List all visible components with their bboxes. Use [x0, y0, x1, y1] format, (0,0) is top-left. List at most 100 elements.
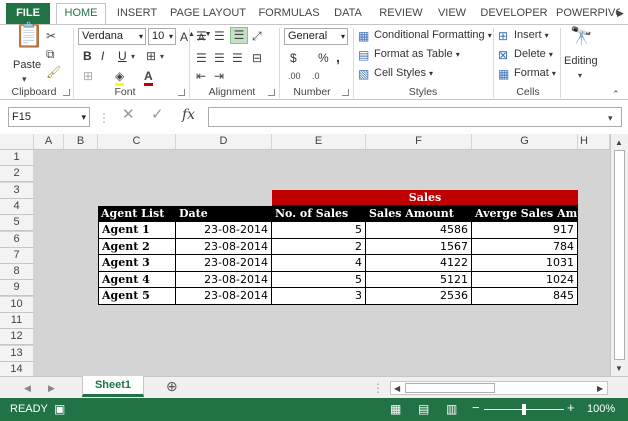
table-cell[interactable]: 5	[272, 272, 366, 288]
decrease-indent-icon[interactable]: ⇤	[196, 69, 206, 83]
delete-button[interactable]: Delete ▾	[514, 48, 553, 60]
tab-data[interactable]: DATA	[328, 4, 368, 24]
percent-button[interactable]: %	[318, 51, 329, 65]
table-cell[interactable]: 2536	[366, 288, 472, 305]
scroll-down-icon[interactable]: ▼	[615, 362, 623, 376]
zoom-out-icon[interactable]: −	[472, 401, 480, 415]
name-box[interactable]: F15 ▾	[8, 107, 90, 127]
conditional-formatting-button[interactable]: Conditional Formatting ▾	[374, 29, 492, 41]
format-painter-icon[interactable]: 🖌	[46, 65, 61, 79]
table-cell[interactable]: Agent 4	[98, 272, 176, 288]
enter-icon[interactable]: ✓	[151, 107, 164, 122]
font-color-icon[interactable]: A	[144, 69, 153, 86]
tab-splitter-icon[interactable]: ⋮	[372, 381, 384, 395]
cell-styles-button[interactable]: Cell Styles ▾	[374, 67, 433, 79]
insert-function-button[interactable]: fx	[182, 108, 195, 122]
table-cell[interactable]: 784	[472, 239, 578, 255]
orientation-icon[interactable]: ⤢	[252, 29, 262, 43]
insert-button[interactable]: Insert ▾	[514, 29, 549, 41]
worksheet-grid[interactable]: A B C D E F G H ▲ ▼ 12345678910111213141…	[0, 134, 628, 376]
scroll-right-icon[interactable]: ▶	[597, 382, 603, 396]
italic-button[interactable]: I	[101, 49, 104, 63]
header-sales-amount[interactable]: Sales Amount	[366, 206, 472, 222]
clipboard-launcher-icon[interactable]	[63, 89, 70, 96]
table-cell[interactable]: 917	[472, 222, 578, 239]
sheet-tab-sheet1[interactable]: Sheet1	[82, 376, 144, 397]
row-header-10[interactable]: 10	[0, 296, 34, 313]
table-cell[interactable]: 23-08-2014	[176, 288, 272, 305]
number-launcher-icon[interactable]	[342, 89, 349, 96]
column-header-d[interactable]: D	[176, 134, 272, 150]
table-cell[interactable]: 4122	[366, 255, 472, 272]
row-header-4[interactable]: 4	[0, 198, 34, 215]
table-cell[interactable]: 4	[272, 255, 366, 272]
row-header-11[interactable]: 11	[0, 313, 34, 329]
table-cell[interactable]: Agent 3	[98, 255, 176, 272]
bold-button[interactable]: B	[83, 49, 92, 63]
table-cell[interactable]: 5121	[366, 272, 472, 288]
table-cell[interactable]: 23-08-2014	[176, 255, 272, 272]
table-cell[interactable]: 845	[472, 288, 578, 305]
column-header-f[interactable]: F	[366, 134, 472, 150]
underline-button[interactable]: U	[118, 49, 127, 63]
vertical-scrollbar[interactable]: ▲ ▼	[610, 134, 628, 376]
tab-file[interactable]: FILE	[6, 3, 50, 24]
alignment-launcher-icon[interactable]	[268, 89, 275, 96]
table-cell[interactable]: Agent 5	[98, 288, 176, 305]
copy-icon[interactable]: ⧉	[46, 47, 55, 61]
tab-home[interactable]: HOME	[56, 3, 106, 24]
row-header-8[interactable]: 8	[0, 264, 34, 281]
collapse-ribbon-icon[interactable]: ⌃	[612, 87, 620, 101]
align-top-icon[interactable]: ☰	[196, 29, 207, 43]
select-all-corner[interactable]	[0, 134, 34, 150]
row-header-9[interactable]: 9	[0, 280, 34, 297]
font-launcher-icon[interactable]	[178, 89, 185, 96]
normal-view-icon[interactable]: ▦	[390, 402, 401, 416]
borders-icon[interactable]: ⊞	[146, 49, 156, 63]
row-header-12[interactable]: 12	[0, 329, 34, 346]
tab-view[interactable]: VIEW	[432, 4, 472, 24]
column-header-e[interactable]: E	[272, 134, 366, 150]
borders-all-icon[interactable]: ⊞	[83, 69, 93, 83]
table-cell[interactable]: 23-08-2014	[176, 222, 272, 239]
header-date[interactable]: Date	[176, 206, 272, 222]
table-cell[interactable]: Agent 1	[98, 222, 176, 239]
zoom-level[interactable]: 100%	[587, 403, 615, 415]
align-bottom-icon[interactable]: ☰	[230, 27, 248, 44]
table-cell[interactable]: 1031	[472, 255, 578, 272]
tab-powerpivot[interactable]: POWERPIVO	[556, 4, 620, 24]
tab-developer[interactable]: DEVELOPER	[478, 4, 550, 24]
align-middle-icon[interactable]: ☰	[214, 29, 225, 43]
tab-formulas[interactable]: FORMULAS	[254, 4, 324, 24]
row-header-14[interactable]: 14	[0, 361, 34, 376]
row-header-3[interactable]: 3	[0, 182, 34, 199]
format-as-table-button[interactable]: Format as Table ▾	[374, 48, 460, 60]
borders-dropdown-icon[interactable]: ▾	[160, 50, 164, 64]
increase-decimal-icon[interactable]: .00	[288, 69, 301, 83]
tab-page-layout[interactable]: PAGE LAYOUT	[168, 4, 248, 24]
column-header-b[interactable]: B	[64, 134, 98, 150]
paste-dropdown-icon[interactable]: ▾	[22, 72, 27, 86]
column-header-h[interactable]: H	[578, 134, 610, 150]
comma-button[interactable]: ,	[336, 49, 340, 65]
table-cell[interactable]: 2	[272, 239, 366, 255]
align-center-icon[interactable]: ☰	[214, 51, 225, 65]
number-format-select[interactable]: General ▾	[284, 28, 348, 45]
row-header-13[interactable]: 13	[0, 345, 34, 362]
editing-dropdown-icon[interactable]: ▾	[578, 69, 582, 83]
editing-button[interactable]: Editing	[564, 55, 598, 67]
font-name-select[interactable]: Verdana ▾	[78, 28, 146, 45]
macro-record-icon[interactable]: ▣	[54, 402, 65, 416]
horizontal-scrollbar[interactable]: ◀ ▶	[390, 381, 608, 395]
paste-icon[interactable]: 📋	[14, 24, 44, 48]
header-agent-list[interactable]: Agent List	[98, 206, 176, 222]
zoom-slider-thumb[interactable]	[522, 404, 526, 415]
decrease-decimal-icon[interactable]: .0	[312, 69, 320, 83]
table-cell[interactable]: 23-08-2014	[176, 272, 272, 288]
format-button[interactable]: Format ▾	[514, 67, 556, 79]
sheet-nav-next-icon[interactable]: ▶	[48, 381, 55, 395]
align-left-icon[interactable]: ☰	[196, 51, 207, 65]
header-avg-sales-amt[interactable]: Averge Sales Amt	[472, 206, 578, 222]
row-header-1[interactable]: 1	[0, 150, 34, 166]
page-layout-view-icon[interactable]: ▤	[418, 402, 429, 416]
